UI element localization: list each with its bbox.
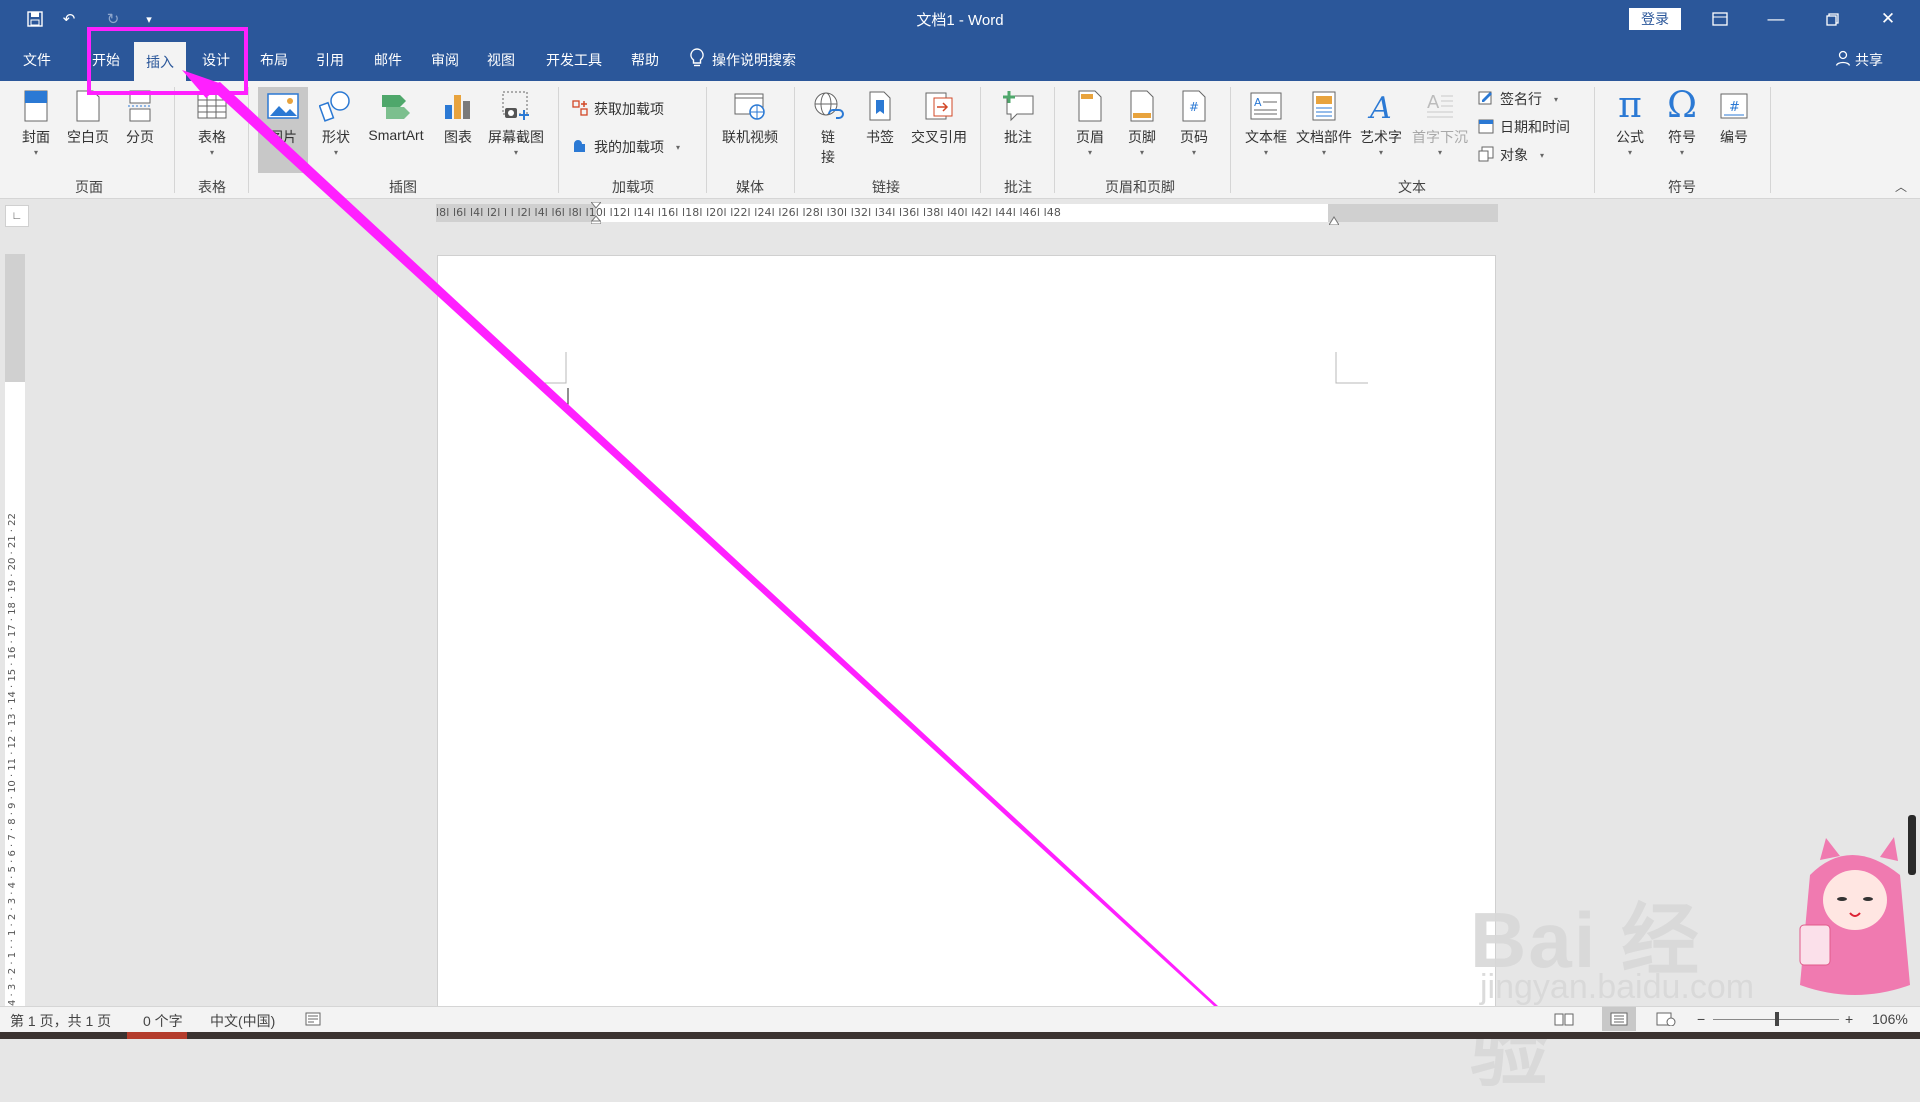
- zoom-out-icon[interactable]: −: [1697, 1011, 1705, 1027]
- taskbar-item: [127, 1032, 187, 1039]
- language-indicator[interactable]: 中文(中国): [210, 1011, 275, 1031]
- word-count[interactable]: 0 个字: [143, 1011, 183, 1031]
- print-layout-icon[interactable]: [1602, 1007, 1636, 1031]
- macro-record-icon[interactable]: [305, 1012, 321, 1029]
- zoom-slider-thumb[interactable]: [1775, 1012, 1779, 1026]
- web-layout-icon[interactable]: [1656, 1012, 1676, 1029]
- annotation-overlay: [87, 27, 1218, 1006]
- zoom-level[interactable]: 106%: [1872, 1011, 1908, 1027]
- page-count[interactable]: 第 1 页，共 1 页: [10, 1011, 111, 1031]
- status-bar: 第 1 页，共 1 页 0 个字 中文(中国) − + 106%: [0, 1006, 1920, 1033]
- zoom-in-icon[interactable]: +: [1845, 1011, 1853, 1027]
- highlight-box: [87, 27, 248, 95]
- arrow-line: [208, 82, 1218, 1006]
- read-mode-icon[interactable]: [1554, 1012, 1574, 1029]
- taskbar-strip: [0, 1032, 1920, 1039]
